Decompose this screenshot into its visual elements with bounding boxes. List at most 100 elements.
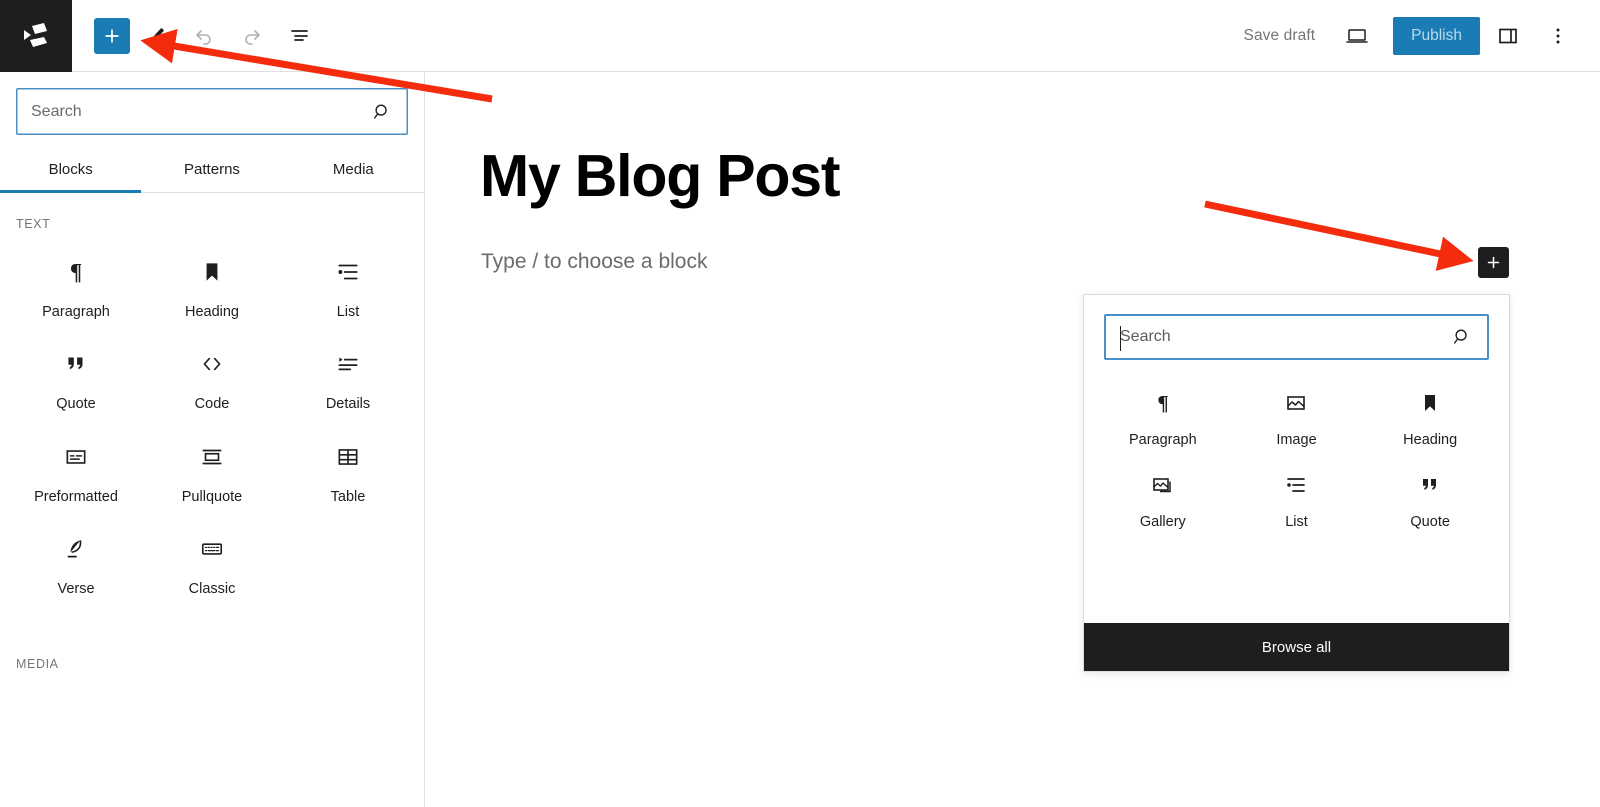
- search-box[interactable]: [16, 88, 408, 135]
- block-label: Verse: [57, 581, 95, 598]
- document-overview-icon: [291, 29, 308, 41]
- heading-bookmark-icon: [199, 257, 225, 287]
- site-logo-button[interactable]: [0, 0, 72, 72]
- quick-block-item-list[interactable]: List: [1230, 458, 1364, 540]
- table-grid-icon: [335, 442, 361, 472]
- quick-inserter-search-input[interactable]: [1106, 328, 1451, 346]
- keyboard-icon: [199, 534, 225, 564]
- block-label: Classic: [188, 581, 236, 598]
- block-label: Pullquote: [181, 488, 243, 505]
- svg-text:¶: ¶: [70, 260, 82, 285]
- quotation-marks-icon: [63, 349, 89, 379]
- site-logo-icon: [24, 22, 47, 47]
- plus-icon: [105, 28, 119, 43]
- quick-block-item-paragraph[interactable]: ¶ Paragraph: [1096, 376, 1230, 458]
- block-placeholder-text[interactable]: Type / to choose a block: [481, 250, 707, 274]
- quick-inserter-search-box[interactable]: [1104, 314, 1489, 360]
- block-label: Gallery: [1139, 514, 1186, 530]
- add-block-button[interactable]: [94, 17, 130, 54]
- toolbar-left-group: [72, 14, 322, 58]
- block-label: List: [336, 304, 360, 320]
- edit-mode-button[interactable]: [134, 14, 178, 58]
- block-inserter-sidebar: Blocks Patterns Media TEXT ¶ Paragraph: [0, 72, 425, 807]
- section-heading-media: MEDIA: [16, 656, 59, 671]
- preview-button[interactable]: [1335, 14, 1379, 58]
- quick-block-item-gallery[interactable]: Gallery: [1096, 458, 1230, 540]
- bulleted-list-icon: [1284, 472, 1308, 498]
- sidebar-panel-icon: [1499, 28, 1517, 43]
- section-heading-text: TEXT: [16, 217, 51, 231]
- three-dots-vertical-icon: [1556, 28, 1560, 43]
- block-label: Preformatted: [34, 488, 118, 505]
- text-caret: [1120, 326, 1121, 351]
- block-label: Image: [1276, 432, 1317, 448]
- block-label: Paragraph: [42, 304, 110, 320]
- block-label: Table: [330, 488, 366, 505]
- block-label: List: [1285, 514, 1308, 530]
- redo-button[interactable]: [230, 14, 274, 58]
- block-label: Heading: [1403, 432, 1458, 448]
- tab-patterns[interactable]: Patterns: [141, 148, 282, 192]
- search-input[interactable]: [17, 102, 371, 121]
- block-item-code[interactable]: Code: [144, 331, 280, 423]
- feather-quill-icon: [63, 534, 89, 564]
- redo-arrow-icon: [245, 29, 260, 45]
- details-disclosure-icon: [335, 349, 361, 379]
- block-item-preformatted[interactable]: Preformatted: [8, 424, 144, 516]
- block-item-classic[interactable]: Classic: [144, 516, 280, 608]
- gallery-stack-icon: [1151, 472, 1175, 498]
- laptop-preview-icon: [1346, 28, 1368, 43]
- quick-block-item-image[interactable]: Image: [1230, 376, 1364, 458]
- quick-block-item-quote[interactable]: Quote: [1363, 458, 1497, 540]
- block-label: Code: [194, 396, 230, 413]
- block-item-verse[interactable]: Verse: [8, 516, 144, 608]
- block-item-quote[interactable]: Quote: [8, 331, 144, 423]
- quick-block-item-heading[interactable]: Heading: [1363, 376, 1497, 458]
- block-item-pullquote[interactable]: Pullquote: [144, 424, 280, 516]
- publish-button[interactable]: Publish: [1393, 16, 1480, 55]
- editor-top-toolbar: Save draft Publish: [0, 0, 1600, 72]
- quotation-marks-icon: [1418, 472, 1442, 498]
- svg-text:¶: ¶: [1157, 391, 1168, 415]
- quick-inserter-blocks-grid: ¶ Paragraph Image Heading Gallery List Q…: [1084, 360, 1509, 540]
- block-item-paragraph[interactable]: ¶ Paragraph: [8, 239, 144, 331]
- block-item-heading[interactable]: Heading: [144, 239, 280, 331]
- block-item-list[interactable]: List: [280, 239, 416, 331]
- block-label: Details: [325, 396, 371, 413]
- inserter-tabs: Blocks Patterns Media: [0, 148, 424, 193]
- tab-media[interactable]: Media: [283, 148, 424, 192]
- undo-button[interactable]: [182, 14, 226, 58]
- block-label: Quote: [1410, 514, 1450, 530]
- document-overview-button[interactable]: [278, 14, 322, 58]
- block-item-details[interactable]: Details: [280, 331, 416, 423]
- settings-sidebar-button[interactable]: [1486, 14, 1530, 58]
- paragraph-pilcrow-icon: ¶: [63, 257, 89, 287]
- heading-bookmark-icon: [1418, 390, 1442, 416]
- browse-all-button[interactable]: Browse all: [1084, 623, 1509, 671]
- block-item-table[interactable]: Table: [280, 424, 416, 516]
- sidebar-search-wrapper: [0, 72, 424, 135]
- more-options-button[interactable]: [1536, 14, 1580, 58]
- undo-arrow-icon: [196, 29, 211, 45]
- quick-inserter-popup: ¶ Paragraph Image: [1083, 294, 1510, 672]
- plus-icon: [1487, 256, 1500, 269]
- preformatted-box-icon: [63, 442, 89, 472]
- image-icon: [1284, 390, 1308, 416]
- bulleted-list-icon: [335, 257, 361, 287]
- search-icon: [371, 101, 407, 123]
- paragraph-pilcrow-icon: ¶: [1151, 390, 1175, 416]
- save-draft-button[interactable]: Save draft: [1230, 19, 1330, 53]
- search-icon: [1451, 326, 1487, 348]
- inline-add-block-button[interactable]: [1478, 247, 1509, 278]
- angle-brackets-icon: [199, 349, 225, 379]
- page-title[interactable]: My Blog Post: [480, 147, 840, 206]
- text-blocks-grid: ¶ Paragraph Heading List Quote Code Deta…: [0, 231, 424, 609]
- pullquote-icon: [199, 442, 225, 472]
- quick-inserter-search-wrapper: [1084, 295, 1509, 360]
- tab-blocks[interactable]: Blocks: [0, 148, 142, 193]
- block-label: Quote: [56, 396, 96, 413]
- block-editor-screen: Save draft Publish Search Blocks Pattern…: [0, 0, 1600, 807]
- block-label: Heading: [184, 304, 239, 320]
- toolbar-right-group: Save draft Publish: [1230, 14, 1600, 58]
- block-label: Paragraph: [1128, 432, 1197, 448]
